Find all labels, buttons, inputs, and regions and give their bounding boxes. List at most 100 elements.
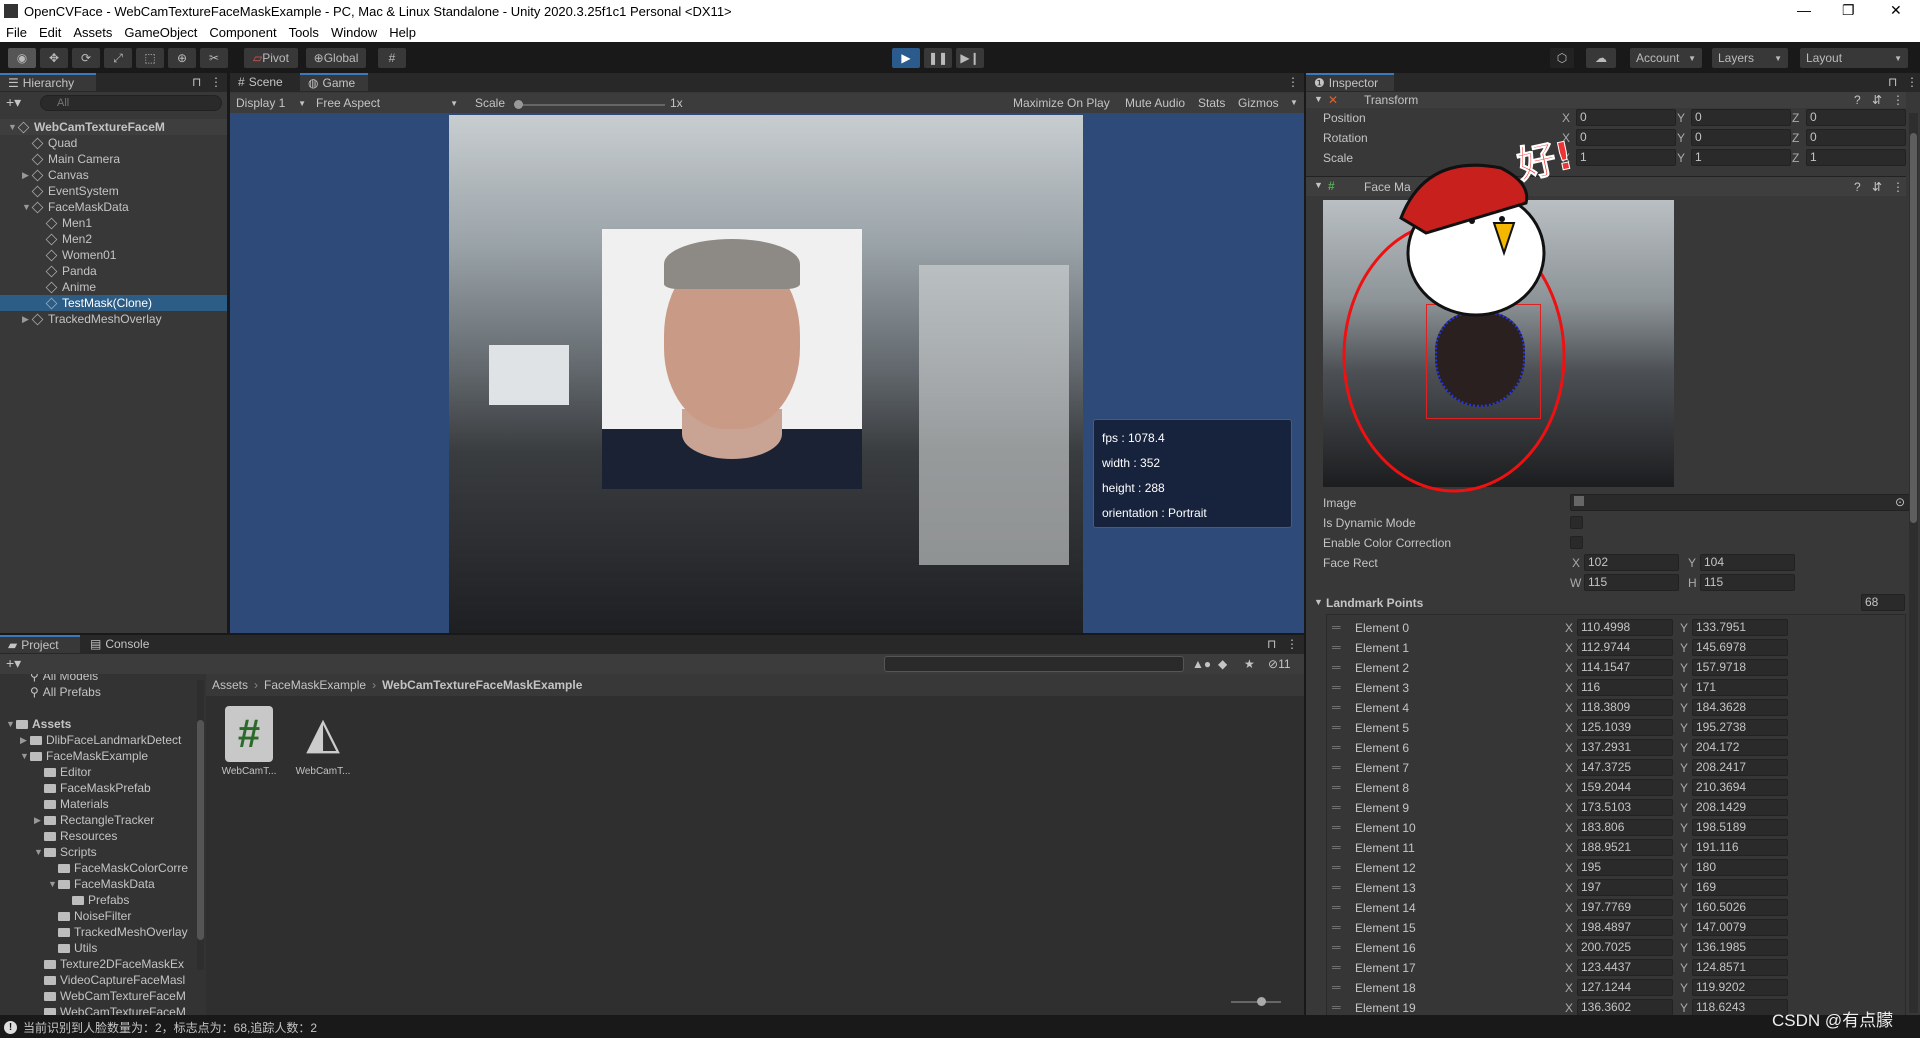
tab-hierarchy[interactable]: ☰ Hierarchy: [0, 73, 96, 91]
image-field[interactable]: ⊙: [1570, 494, 1910, 511]
custom-tool-icon[interactable]: ✂: [200, 48, 228, 68]
project-tree-item[interactable]: Resources: [0, 828, 200, 844]
scrollbar-thumb[interactable]: [1910, 133, 1917, 523]
drag-handle-icon[interactable]: ═: [1332, 620, 1341, 634]
project-tree-item[interactable]: WebCamTextureFaceM: [0, 988, 200, 1004]
scale-slider[interactable]: [515, 104, 665, 106]
drag-handle-icon[interactable]: ═: [1332, 800, 1341, 814]
hierarchy-item[interactable]: Main Camera: [0, 151, 227, 167]
element-x-field[interactable]: 200.7025: [1577, 939, 1673, 956]
more-icon[interactable]: ⋮: [1906, 75, 1918, 89]
expand-arrow-icon[interactable]: ▼: [20, 751, 30, 761]
project-tree-item[interactable]: ⚲ All Prefabs: [0, 684, 200, 700]
breadcrumb-current[interactable]: WebCamTextureFaceMaskExample: [382, 678, 582, 692]
element-x-field[interactable]: 125.1039: [1577, 719, 1673, 736]
face-rect-x-field[interactable]: 102: [1584, 554, 1679, 571]
element-x-field[interactable]: 159.2044: [1577, 779, 1673, 796]
game-viewport[interactable]: fps : 1078.4 width : 352 height : 288 or…: [230, 113, 1304, 633]
scale-slider-handle[interactable]: [514, 100, 523, 109]
menu-file[interactable]: File: [6, 25, 27, 40]
close-button[interactable]: ✕: [1890, 2, 1902, 19]
element-x-field[interactable]: 114.1547: [1577, 659, 1673, 676]
drag-handle-icon[interactable]: ═: [1332, 660, 1341, 674]
project-tree-item[interactable]: Editor: [0, 764, 200, 780]
menu-component[interactable]: Component: [209, 25, 276, 40]
mute-audio-toggle[interactable]: Mute Audio: [1125, 96, 1185, 110]
tab-game[interactable]: ◍ Game: [300, 73, 368, 91]
expand-arrow-icon[interactable]: ▶: [34, 815, 44, 826]
minimize-button[interactable]: —: [1797, 2, 1811, 18]
drag-handle-icon[interactable]: ═: [1332, 960, 1341, 974]
move-tool-icon[interactable]: ✥: [40, 48, 68, 68]
drag-handle-icon[interactable]: ═: [1332, 920, 1341, 934]
asset-item[interactable]: # WebCamT...: [218, 706, 280, 777]
element-x-field[interactable]: 118.3809: [1577, 699, 1673, 716]
more-icon[interactable]: ⋮: [1287, 75, 1299, 89]
hierarchy-search-input[interactable]: [40, 95, 222, 111]
pivot-toggle[interactable]: ▱ Pivot: [244, 48, 298, 68]
landmark-count-field[interactable]: 68: [1861, 594, 1905, 611]
aspect-dropdown[interactable]: Free Aspect ▼: [312, 95, 462, 111]
filter-label-icon[interactable]: ◆: [1218, 657, 1227, 671]
pause-button[interactable]: ❚❚: [924, 48, 952, 68]
gizmos-dropdown[interactable]: Gizmos: [1238, 96, 1279, 110]
element-y-field[interactable]: 160.5026: [1692, 899, 1788, 916]
maximize-on-play-toggle[interactable]: Maximize On Play: [1013, 96, 1110, 110]
menu-window[interactable]: Window: [331, 25, 377, 40]
drag-handle-icon[interactable]: ═: [1332, 980, 1341, 994]
menu-gameobject[interactable]: GameObject: [124, 25, 197, 40]
face-rect-h-field[interactable]: 115: [1700, 574, 1795, 591]
element-x-field[interactable]: 112.9744: [1577, 639, 1673, 656]
chevron-down-icon[interactable]: ▼: [1290, 98, 1298, 107]
hierarchy-item[interactable]: EventSystem: [0, 183, 227, 199]
color-correction-checkbox[interactable]: [1570, 536, 1583, 549]
account-dropdown[interactable]: Account ▼: [1630, 48, 1702, 68]
element-x-field[interactable]: 183.806: [1577, 819, 1673, 836]
scale-tool-icon[interactable]: ⤢: [104, 48, 132, 68]
inspector-scrollbar[interactable]: [1909, 113, 1918, 1013]
element-y-field[interactable]: 204.172: [1692, 739, 1788, 756]
snap-grid-icon[interactable]: #: [378, 48, 406, 68]
more-icon[interactable]: ⋮: [210, 75, 222, 89]
add-button[interactable]: +▾: [6, 94, 21, 111]
project-search-input[interactable]: [884, 656, 1184, 672]
tree-scrollbar[interactable]: [197, 680, 204, 970]
drag-handle-icon[interactable]: ═: [1332, 1000, 1341, 1014]
stats-toggle[interactable]: Stats: [1198, 96, 1225, 110]
element-y-field[interactable]: 171: [1692, 679, 1788, 696]
element-x-field[interactable]: 110.4998: [1577, 619, 1673, 636]
element-x-field[interactable]: 197: [1577, 879, 1673, 896]
element-y-field[interactable]: 198.5189: [1692, 819, 1788, 836]
project-tree-item[interactable]: [0, 700, 200, 716]
face-rect-w-field[interactable]: 115: [1584, 574, 1679, 591]
project-tree-item[interactable]: VideoCaptureFaceMasl: [0, 972, 200, 988]
project-tree-item[interactable]: ▼ FaceMaskData: [0, 876, 200, 892]
menu-assets[interactable]: Assets: [73, 25, 112, 40]
project-tree-item[interactable]: WebCamTextureFaceM: [0, 1004, 200, 1015]
project-tree-item[interactable]: Utils: [0, 940, 200, 956]
asset-item[interactable]: ◭ WebCamT...: [292, 706, 354, 777]
element-y-field[interactable]: 119.9202: [1692, 979, 1788, 996]
create-button[interactable]: +▾: [6, 655, 21, 672]
global-toggle[interactable]: ⊕ Global: [306, 48, 366, 68]
lock-icon[interactable]: ⊓: [1888, 75, 1897, 89]
display-dropdown[interactable]: Display 1 ▼: [232, 95, 310, 111]
hierarchy-item[interactable]: TestMask(Clone): [0, 295, 227, 311]
expand-arrow-icon[interactable]: ▼: [6, 719, 16, 729]
layout-dropdown[interactable]: Layout ▼: [1800, 48, 1908, 68]
element-x-field[interactable]: 188.9521: [1577, 839, 1673, 856]
tab-console[interactable]: ▤ Console: [82, 635, 162, 653]
tab-project[interactable]: ▰ Project: [0, 635, 80, 653]
landmark-points-label[interactable]: Landmark Points: [1326, 596, 1423, 610]
drag-handle-icon[interactable]: ═: [1332, 680, 1341, 694]
drag-handle-icon[interactable]: ═: [1332, 840, 1341, 854]
expand-arrow-icon[interactable]: ▼: [34, 847, 44, 857]
element-y-field[interactable]: 191.116: [1692, 839, 1788, 856]
object-picker-icon[interactable]: ⊙: [1895, 495, 1905, 510]
element-y-field[interactable]: 145.6978: [1692, 639, 1788, 656]
icon-size-slider[interactable]: [1231, 997, 1281, 1006]
drag-handle-icon[interactable]: ═: [1332, 880, 1341, 894]
breadcrumb-assets[interactable]: Assets: [212, 678, 248, 692]
drag-handle-icon[interactable]: ═: [1332, 640, 1341, 654]
element-y-field[interactable]: 147.0079: [1692, 919, 1788, 936]
